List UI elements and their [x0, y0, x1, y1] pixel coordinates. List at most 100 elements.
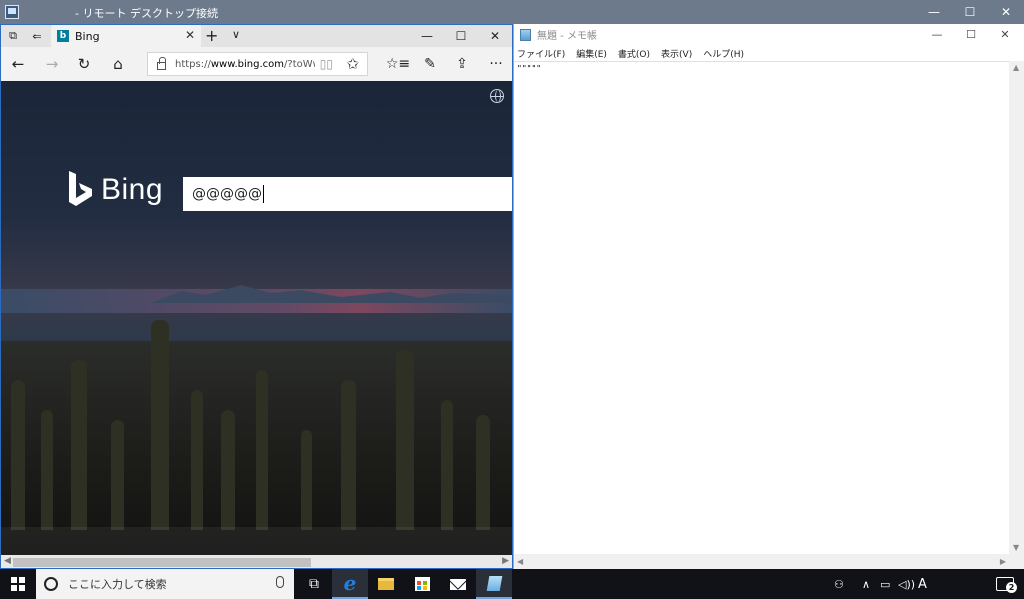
- notepad-horizontal-scrollbar[interactable]: ◀ ▶: [514, 554, 1024, 569]
- microphone-icon[interactable]: [276, 576, 284, 588]
- speaker-icon: ◁)): [898, 577, 916, 591]
- address-bar[interactable]: https://www.bing.com/?toWww= ▯▯ ✩: [147, 52, 368, 76]
- bing-logo[interactable]: Bing: [67, 171, 163, 209]
- hub-button[interactable]: ☆≡: [386, 54, 410, 74]
- menu-format[interactable]: 書式(O): [618, 47, 650, 60]
- cactus-shape: [341, 380, 356, 530]
- scrollbar-thumb[interactable]: [13, 558, 311, 567]
- rdp-minimize-button[interactable]: —: [916, 0, 952, 24]
- remote-desktop-icon[interactable]: [5, 5, 19, 19]
- tab-close-button[interactable]: ✕: [185, 28, 195, 42]
- tabs-aside-button[interactable]: ⇐: [25, 25, 49, 47]
- task-view-button[interactable]: ⧉: [296, 569, 332, 599]
- ime-mode-button[interactable]: A: [918, 569, 932, 599]
- store-icon: [414, 577, 430, 591]
- edge-window: ⧉ ⇐ b Bing ✕ + ∨ — ☐ ✕ ← → ↻ ⌂ https://w…: [0, 24, 513, 569]
- cactus-shape: [476, 415, 490, 530]
- show-hidden-icons-button[interactable]: ∧: [862, 569, 876, 599]
- url-path: /?toWww=: [284, 58, 315, 70]
- start-button[interactable]: [0, 569, 36, 599]
- notepad-maximize-button[interactable]: ☐: [954, 24, 988, 45]
- network-icon: ▭: [880, 577, 891, 591]
- more-button[interactable]: ···: [485, 54, 507, 74]
- background-mountains: [151, 285, 512, 303]
- network-button[interactable]: ▭: [880, 569, 896, 599]
- refresh-button[interactable]: ↻: [73, 54, 95, 74]
- taskbar: ここに入力して検索 ⧉ e ⚇ ∧ ▭ ◁)) A 2: [0, 569, 1024, 599]
- taskbar-store-button[interactable]: [404, 569, 440, 599]
- notepad-text-area[interactable]: """"": [514, 61, 1010, 554]
- bing-wordmark: Bing: [101, 173, 164, 206]
- menu-view[interactable]: 表示(V): [661, 47, 692, 60]
- cactus-shape: [71, 360, 87, 530]
- people-icon: ⚇: [834, 577, 844, 591]
- task-view-icon: ⧉: [309, 576, 319, 592]
- forward-button[interactable]: →: [41, 54, 63, 74]
- favorite-star-icon[interactable]: ✩: [346, 55, 359, 73]
- menu-file[interactable]: ファイル(F): [517, 47, 565, 60]
- remote-desktop-titlebar: - リモート デスクトップ接続 — ☐ ✕: [0, 0, 1024, 24]
- edge-maximize-button[interactable]: ☐: [444, 25, 478, 47]
- menu-help[interactable]: ヘルプ(H): [703, 47, 744, 60]
- notepad-titlebar: 無題 - メモ帳 — ☐ ✕: [514, 24, 1024, 45]
- notepad-window: 無題 - メモ帳 — ☐ ✕ ファイル(F) 編集(E) 書式(O) 表示(V)…: [513, 24, 1024, 569]
- scroll-right-arrow-icon[interactable]: ▶: [1000, 557, 1006, 566]
- set-aside-tabs-button[interactable]: ⧉: [1, 25, 25, 47]
- new-tab-button[interactable]: +: [205, 26, 218, 45]
- taskbar-edge-button[interactable]: e: [332, 569, 368, 599]
- web-notes-button[interactable]: ✎: [419, 54, 441, 74]
- notepad-content: """"": [517, 64, 542, 73]
- notepad-icon[interactable]: [520, 28, 531, 41]
- file-explorer-icon: [378, 578, 394, 590]
- cactus-shape: [221, 410, 235, 530]
- cactus-shape: [11, 380, 25, 530]
- bing-favicon-icon: b: [57, 30, 69, 42]
- scroll-right-arrow-icon[interactable]: ▶: [502, 556, 509, 566]
- bing-bottom-strip: [1, 527, 512, 555]
- cactus-shape: [256, 370, 268, 530]
- notepad-title: 無題 - メモ帳: [537, 31, 597, 42]
- share-button[interactable]: ⇪: [451, 54, 473, 74]
- scroll-left-arrow-icon[interactable]: ◀: [4, 556, 11, 566]
- scroll-left-arrow-icon[interactable]: ◀: [517, 557, 523, 566]
- rdp-close-button[interactable]: ✕: [988, 0, 1024, 24]
- notepad-minimize-button[interactable]: —: [920, 24, 954, 45]
- menu-edit[interactable]: 編集(E): [576, 47, 607, 60]
- scroll-up-arrow-icon[interactable]: ▲: [1013, 63, 1019, 72]
- bing-search-input[interactable]: @@@@@: [183, 177, 512, 211]
- edge-minimize-button[interactable]: —: [410, 25, 444, 47]
- home-button[interactable]: ⌂: [107, 54, 129, 74]
- people-button[interactable]: ⚇: [834, 569, 854, 599]
- reading-view-icon[interactable]: ▯▯: [320, 57, 333, 71]
- edge-tab-strip: ⧉ ⇐ b Bing ✕ + ∨ — ☐ ✕: [1, 25, 512, 47]
- tab-bing[interactable]: b Bing ✕: [51, 25, 201, 47]
- taskbar-mail-button[interactable]: [440, 569, 476, 599]
- back-button[interactable]: ←: [7, 54, 29, 74]
- url-host: www.bing.com: [210, 58, 285, 70]
- cactus-shape: [111, 420, 124, 530]
- edge-horizontal-scrollbar[interactable]: ◀ ▶: [1, 555, 512, 568]
- notepad-close-button[interactable]: ✕: [988, 24, 1022, 45]
- url-text[interactable]: https://www.bing.com/?toWww=: [175, 59, 315, 70]
- scroll-down-arrow-icon[interactable]: ▼: [1013, 543, 1019, 552]
- rdp-maximize-button[interactable]: ☐: [952, 0, 988, 24]
- bing-b-icon: [67, 171, 93, 209]
- mail-icon: [450, 578, 466, 590]
- cactus-shape: [396, 350, 414, 530]
- search-query-text: @@@@@: [192, 186, 262, 202]
- volume-button[interactable]: ◁)): [898, 569, 916, 599]
- taskbar-search-box[interactable]: ここに入力して検索: [36, 569, 294, 599]
- notepad-vertical-scrollbar[interactable]: ▲ ▼: [1009, 61, 1024, 554]
- taskbar-notepad-button[interactable]: [476, 569, 512, 599]
- edge-close-button[interactable]: ✕: [478, 25, 512, 47]
- tab-preview-button[interactable]: ∨: [232, 28, 240, 41]
- action-center-button[interactable]: 2: [990, 569, 1020, 599]
- cactus-shape: [191, 390, 203, 530]
- remote-desktop-title: - リモート デスクトップ接続: [75, 7, 218, 20]
- cactus-shape: [41, 410, 53, 530]
- language-globe-icon[interactable]: [490, 89, 504, 103]
- notification-count: 2: [1006, 582, 1017, 593]
- notepad-menubar: ファイル(F) 編集(E) 書式(O) 表示(V) ヘルプ(H): [514, 45, 1024, 61]
- cortana-icon: [44, 577, 58, 591]
- taskbar-explorer-button[interactable]: [368, 569, 404, 599]
